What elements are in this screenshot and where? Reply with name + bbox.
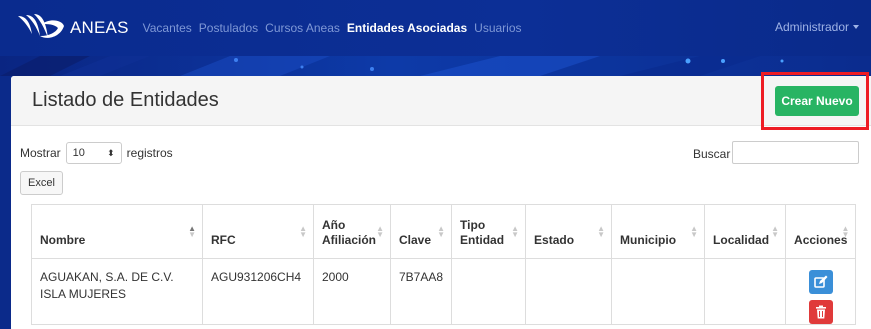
column-header-estado[interactable]: Estado ▲ ▼ bbox=[525, 204, 613, 259]
brand[interactable]: ANEAS bbox=[16, 12, 129, 44]
column-label: RFC bbox=[211, 233, 236, 247]
column-header-localidad[interactable]: Localidad ▲ ▼ bbox=[704, 204, 787, 259]
excel-export-button[interactable]: Excel bbox=[20, 171, 63, 195]
column-header-rfc[interactable]: RFC ▲ ▼ bbox=[202, 204, 314, 259]
records-label: registros bbox=[126, 146, 173, 160]
column-label: Localidad bbox=[713, 233, 770, 247]
nav-menu: Vacantes Postulados Cursos Aneas Entidad… bbox=[143, 21, 529, 35]
sort-icon: ▲ ▼ bbox=[597, 224, 606, 239]
table-row: AGUAKAN, S.A. DE C.V. ISLA MUJERES AGU93… bbox=[31, 258, 857, 325]
sort-icon: ▲ ▼ bbox=[841, 224, 850, 239]
column-header-anio-afiliacion[interactable]: Año Afiliación ▲ ▼ bbox=[313, 204, 391, 259]
sort-icon: ▲ ▼ bbox=[690, 224, 699, 239]
column-label: Año Afiliación bbox=[322, 218, 377, 247]
create-new-button[interactable]: Crear Nuevo bbox=[775, 86, 859, 116]
column-label: Municipio bbox=[620, 233, 677, 247]
sort-icon: ▲ ▼ bbox=[376, 224, 384, 239]
cell-tipo bbox=[451, 258, 527, 325]
nav-item-cursos-aneas[interactable]: Cursos Aneas bbox=[265, 21, 340, 35]
show-label: Mostrar bbox=[20, 146, 61, 160]
column-header-nombre[interactable]: Nombre ▲ ▼ bbox=[31, 204, 203, 259]
search-input[interactable] bbox=[732, 141, 859, 164]
delete-button[interactable] bbox=[808, 300, 833, 324]
nav-item-usuarios[interactable]: Usuarios bbox=[474, 21, 521, 35]
column-label: Clave bbox=[399, 233, 432, 247]
nav-item-entidades-asociadas[interactable]: Entidades Asociadas bbox=[347, 21, 467, 35]
search-label: Buscar bbox=[693, 147, 731, 161]
select-arrows-icon: ⬍ bbox=[107, 147, 115, 158]
entities-panel: Listado de Entidades Crear Nuevo Mostrar… bbox=[11, 72, 871, 329]
panel-header: Listado de Entidades Crear Nuevo bbox=[11, 72, 871, 130]
table-header-row: Nombre ▲ ▼ RFC ▲ ▼ Año Afiliación ▲ ▼ Clave… bbox=[31, 204, 857, 259]
edit-button[interactable] bbox=[808, 270, 833, 294]
nav-item-vacantes[interactable]: Vacantes bbox=[143, 21, 192, 35]
sort-icon: ▲ ▼ bbox=[511, 224, 520, 239]
brand-name: ANEAS bbox=[70, 18, 129, 37]
column-header-tipo-entidad[interactable]: Tipo Entidad ▲ ▼ bbox=[451, 204, 527, 259]
header-banner bbox=[0, 56, 871, 76]
cell-anio: 2000 bbox=[313, 258, 391, 325]
page-title: Listado de Entidades bbox=[32, 89, 219, 111]
entities-table: Nombre ▲ ▼ RFC ▲ ▼ Año Afiliación ▲ ▼ Clave… bbox=[31, 204, 857, 325]
column-label: Acciones bbox=[794, 233, 848, 247]
sort-icon: ▲ ▼ bbox=[188, 224, 196, 239]
column-header-acciones[interactable]: Acciones ▲ ▼ bbox=[785, 204, 857, 259]
page-size-value: 10 bbox=[72, 147, 85, 159]
cell-nombre: AGUAKAN, S.A. DE C.V. ISLA MUJERES bbox=[31, 258, 203, 325]
user-menu[interactable]: Administrador bbox=[775, 20, 859, 34]
column-label: Nombre bbox=[40, 233, 86, 247]
aneas-logo-icon bbox=[18, 14, 64, 38]
page-size-control: Mostrar 10 ⬍ registros bbox=[20, 142, 173, 164]
column-header-municipio[interactable]: Municipio ▲ ▼ bbox=[611, 204, 706, 259]
edit-icon bbox=[813, 275, 828, 288]
sort-icon: ▲ ▼ bbox=[437, 224, 446, 239]
cell-municipio bbox=[611, 258, 706, 325]
chevron-down-icon bbox=[853, 25, 859, 29]
user-menu-label: Administrador bbox=[774, 20, 849, 34]
cell-estado bbox=[525, 258, 613, 325]
column-label: Tipo Entidad bbox=[460, 218, 505, 247]
banner-pattern bbox=[0, 56, 784, 76]
column-header-clave[interactable]: Clave ▲ ▼ bbox=[389, 204, 453, 259]
top-navbar: ANEAS Vacantes Postulados Cursos Aneas E… bbox=[0, 0, 871, 56]
cell-acciones bbox=[785, 258, 857, 325]
cell-clave: 7B7AA8 bbox=[389, 258, 453, 325]
cell-rfc: AGU931206CH4 bbox=[202, 258, 314, 325]
page-size-select[interactable]: 10 ⬍ bbox=[65, 142, 122, 164]
nav-item-postulados[interactable]: Postulados bbox=[199, 21, 258, 35]
cell-localidad bbox=[704, 258, 787, 325]
column-label: Estado bbox=[534, 233, 575, 247]
sort-icon: ▲ ▼ bbox=[771, 224, 780, 239]
row-actions bbox=[794, 269, 847, 324]
trash-icon bbox=[815, 305, 826, 319]
sort-icon: ▲ ▼ bbox=[299, 224, 307, 239]
